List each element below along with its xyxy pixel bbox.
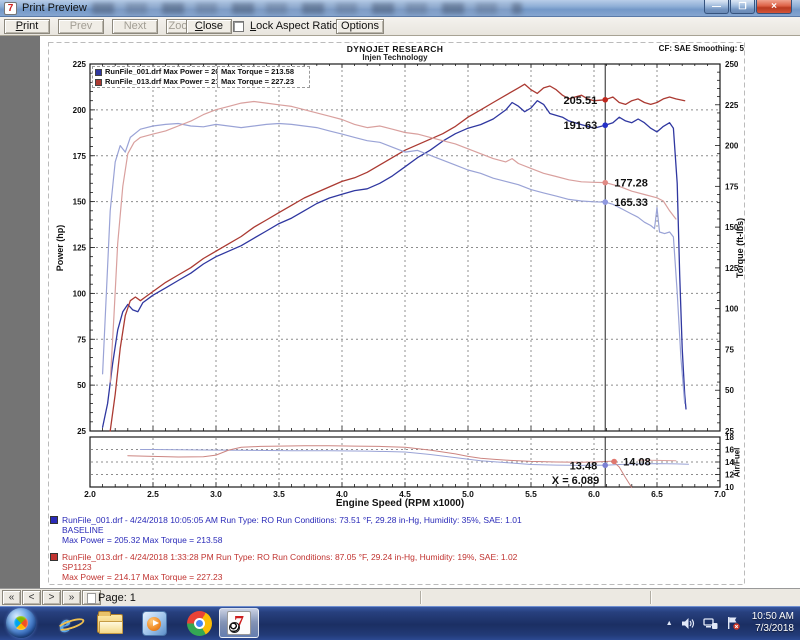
run-notes: RunFile_001.drf - 4/24/2018 10:05:05 AM …: [50, 515, 522, 589]
taskbar-clock[interactable]: 10:50 AM 7/3/2018: [752, 611, 794, 635]
legend-power-1: Max Power = 205.32: [163, 67, 217, 76]
legend-row-sp1123: RunFile_013.drf Max Power = 214.17 Max T…: [93, 77, 309, 87]
print-button[interactable]: Print: [4, 19, 50, 34]
redacted-file-path: [92, 3, 522, 14]
torque-axis-title: Torque (ft-lbs): [735, 206, 745, 290]
legend-swatch-red: [95, 79, 102, 86]
note-1-line-1: RunFile_001.drf - 4/24/2018 10:05:05 AM …: [62, 515, 522, 525]
page-indicator: Page: 1: [98, 592, 136, 604]
run-note-baseline: RunFile_001.drf - 4/24/2018 10:05:05 AM …: [50, 515, 522, 545]
restore-button[interactable]: ❐: [730, 0, 755, 14]
start-button[interactable]: [6, 608, 36, 638]
print-preview-window: 7 Print Preview — ❐ × Print Prev Next Zo…: [0, 0, 800, 640]
legend-file-2: RunFile_013.drf: [105, 77, 161, 86]
lock-aspect-ratio-checkbox[interactable]: [233, 21, 244, 32]
legend-file-1: RunFile_001.drf: [105, 67, 161, 76]
report-subtitle: Injen Technology: [250, 53, 540, 62]
chart-legend: RunFile_001.drf Max Power = 205.32 Max T…: [92, 66, 310, 88]
toolbar: Print Prev Next Zoom Out Close Lock Aspe…: [0, 17, 800, 36]
next-page-button[interactable]: >: [42, 590, 61, 605]
windows-taskbar: e 7 ▲ 10:50 AM 7/3/2018: [0, 606, 800, 640]
prev-button[interactable]: Prev: [58, 19, 104, 34]
action-center-flag-icon[interactable]: [726, 616, 740, 630]
app-icon: 7: [4, 2, 17, 15]
note-1-line-2: BASELINE: [62, 525, 522, 535]
page-icon: [87, 593, 96, 604]
window-title: Print Preview: [22, 2, 87, 14]
next-button[interactable]: Next: [112, 19, 158, 34]
winpep-taskbar-button[interactable]: 7: [219, 608, 259, 638]
internet-explorer-icon[interactable]: e: [51, 610, 79, 637]
network-icon[interactable]: [703, 617, 718, 630]
legend-power-2: Max Power = 214.17: [163, 77, 217, 86]
last-page-button[interactable]: »: [62, 590, 81, 605]
prev-page-button[interactable]: <: [22, 590, 41, 605]
preview-background: [0, 36, 40, 588]
winpep7-icon: 7: [227, 611, 251, 635]
report-correction-factor: CF: SAE Smoothing: 5: [659, 44, 744, 53]
note-1-line-3: Max Power = 205.32 Max Torque = 213.58: [62, 535, 522, 545]
chrome-icon[interactable]: [185, 610, 213, 637]
system-tray: ▲ 10:50 AM 7/3/2018: [666, 606, 800, 640]
legend-row-baseline: RunFile_001.drf Max Power = 205.32 Max T…: [93, 67, 309, 77]
power-axis-title: Power (hp): [55, 208, 65, 288]
airfuel-axis-title: Air/Fuel: [733, 438, 742, 488]
media-player-icon[interactable]: [140, 610, 168, 637]
minimize-button[interactable]: —: [704, 0, 729, 14]
x-axis-title: Engine Speed (RPM x1000): [250, 498, 550, 509]
windows-explorer-icon[interactable]: [96, 610, 124, 637]
note-2-line-1: RunFile_013.drf - 4/24/2018 1:33:28 PM R…: [62, 552, 517, 562]
status-bar: « < > » Page: 1: [0, 588, 800, 606]
note-swatch-blue: [50, 516, 58, 524]
hidden-icons-arrow[interactable]: ▲: [666, 620, 673, 627]
lock-aspect-ratio-label[interactable]: Lock Aspect Ratio: [250, 20, 338, 32]
run-note-sp1123: RunFile_013.drf - 4/24/2018 1:33:28 PM R…: [50, 552, 522, 582]
note-2-line-3: Max Power = 214.17 Max Torque = 227.23: [62, 572, 522, 582]
close-window-button[interactable]: ×: [756, 0, 792, 14]
note-2-line-2: SP1123: [62, 562, 522, 572]
close-preview-button[interactable]: Close: [186, 19, 232, 34]
legend-torque-2: Max Torque = 227.23: [221, 77, 294, 87]
windows-logo-icon: [11, 613, 31, 633]
clock-time: 10:50 AM: [752, 611, 794, 623]
first-page-button[interactable]: «: [2, 590, 21, 605]
clock-date: 7/3/2018: [752, 623, 794, 635]
note-swatch-red: [50, 553, 58, 561]
options-button[interactable]: Options: [336, 19, 384, 34]
title-bar[interactable]: 7 Print Preview — ❐ ×: [0, 0, 800, 17]
volume-icon[interactable]: [681, 617, 695, 630]
legend-torque-1: Max Torque = 213.58: [221, 67, 294, 77]
legend-swatch-blue: [95, 69, 102, 76]
